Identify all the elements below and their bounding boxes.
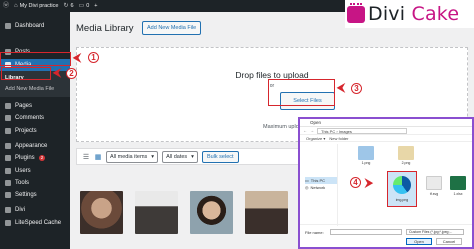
sidebar-item-divi[interactable]: Divi xyxy=(0,204,70,216)
dialog-file-list: 1.png 2.png img.png tf.svg 1.xlsx ⮞ 4 xyxy=(338,144,472,226)
comment-icon: ▭ xyxy=(78,3,85,9)
user-icon xyxy=(5,167,11,174)
dashboard-icon xyxy=(5,23,11,30)
divi-icon xyxy=(5,207,11,214)
home-icon: ⌂ xyxy=(14,3,18,9)
back-arrow-icon[interactable]: ← xyxy=(303,128,307,133)
annotation-arrow-icon: ⮜ xyxy=(73,52,81,64)
sidebar-item-appearance[interactable]: Appearance xyxy=(0,140,70,152)
cake-icon xyxy=(347,2,365,23)
media-thumbnail[interactable] xyxy=(80,191,123,234)
file-name-label: File name: xyxy=(305,230,324,235)
annotation-number-4: 4 xyxy=(350,177,361,188)
grid-view-icon[interactable]: ▦ xyxy=(94,153,102,161)
refresh-icon: ↻ xyxy=(63,3,69,9)
comments-link[interactable]: ▭ 0 xyxy=(79,3,90,9)
brush-icon xyxy=(5,142,11,149)
chevron-down-icon: ▾ xyxy=(191,153,194,160)
dialog-nav-pane: ▭ This PC ◎ Network xyxy=(300,144,338,226)
list-view-icon[interactable]: ☰ xyxy=(82,153,90,161)
sidebar-item-comments[interactable]: Comments xyxy=(0,112,70,124)
media-thumbnail[interactable] xyxy=(245,191,288,234)
settings-icon xyxy=(5,192,11,199)
file-name: tf.svg xyxy=(429,192,439,196)
file-name: 1.png xyxy=(361,161,371,165)
bulk-select-button[interactable]: Bulk select xyxy=(201,150,239,163)
media-highlight-box xyxy=(0,52,71,66)
annotation-number-3: 3 xyxy=(351,83,362,94)
file-name: 1.xlsx xyxy=(453,192,463,196)
admin-sidebar: Dashboard Posts Media Library Add New Me… xyxy=(0,12,70,249)
new-folder-button[interactable]: New folder xyxy=(329,136,348,141)
nav-item-this-pc[interactable]: ▭ This PC xyxy=(305,177,337,184)
network-icon: ◎ xyxy=(305,185,309,190)
annotation-arrow-icon: ⮜ xyxy=(337,82,345,94)
page-icon xyxy=(5,103,11,110)
annotation-number-1: 1 xyxy=(88,52,99,63)
plugin-icon xyxy=(5,155,11,162)
cancel-button[interactable]: Cancel xyxy=(436,238,462,245)
new-content-link[interactable]: + xyxy=(94,3,97,9)
dialog-body: ▭ This PC ◎ Network 1.png 2.png img.png tf… xyxy=(300,144,472,226)
selected-file-highlight[interactable]: img.png xyxy=(387,171,417,207)
forward-arrow-icon[interactable]: → xyxy=(310,128,314,133)
annotation-arrow-icon: ⮞ xyxy=(365,177,373,189)
document-file-icon[interactable] xyxy=(426,176,442,190)
excel-file-icon[interactable] xyxy=(450,176,466,190)
add-new-media-button[interactable]: Add New Media File xyxy=(142,21,202,35)
media-thumbnail[interactable] xyxy=(190,191,233,234)
dialog-path-field[interactable]: This PC › Images xyxy=(317,127,407,134)
file-name: img.png xyxy=(395,198,409,202)
file-type-select[interactable]: Custom Files (*.jpg;*.jpeg;... xyxy=(406,229,464,235)
computer-icon: ▭ xyxy=(305,178,309,183)
divi-cake-logo: Divi Cake xyxy=(345,0,474,28)
dialog-command-bar: Organize ▾ New folder xyxy=(300,135,472,142)
annotation-number-2: 2 xyxy=(66,68,77,79)
chevron-down-icon: ▾ xyxy=(151,153,155,160)
sidebar-item-settings[interactable]: Settings xyxy=(0,189,70,201)
select-files-highlight-box xyxy=(268,79,335,106)
plugins-update-badge: 2 xyxy=(38,155,46,162)
nav-item-network[interactable]: ◎ Network xyxy=(305,184,337,191)
media-thumbnail[interactable] xyxy=(135,191,178,234)
submenu-item-add-new[interactable]: Add New Media File xyxy=(0,84,70,95)
speed-icon xyxy=(5,219,11,226)
comment-icon xyxy=(5,115,11,122)
wordpress-logo-icon[interactable]: ⓦ xyxy=(3,3,9,9)
sidebar-item-dashboard[interactable]: Dashboard xyxy=(0,20,70,32)
edge-browser-icon xyxy=(393,176,411,194)
date-filter[interactable]: All dates ▾ xyxy=(162,150,198,163)
file-open-dialog: Open ← → This PC › Images Organize ▾ New… xyxy=(298,117,474,249)
dialog-footer: File name: Custom Files (*.jpg;*.jpeg;..… xyxy=(300,224,472,247)
sidebar-item-projects[interactable]: Projects xyxy=(0,124,70,136)
page-title: Media Library xyxy=(76,23,134,34)
open-button[interactable]: Open xyxy=(406,238,432,245)
image-file-icon[interactable] xyxy=(398,146,414,160)
image-file-icon[interactable] xyxy=(358,146,374,160)
wrench-icon xyxy=(5,179,11,186)
sidebar-item-plugins[interactable]: Plugins 2 xyxy=(0,152,70,164)
file-name-input[interactable] xyxy=(330,229,402,235)
media-type-filter[interactable]: All media items ▾ xyxy=(106,150,159,163)
dialog-title: Open xyxy=(300,119,472,127)
file-name: 2.png xyxy=(401,161,411,165)
dialog-address-bar: ← → This PC › Images xyxy=(300,127,472,135)
portfolio-icon xyxy=(5,127,11,134)
library-highlight-box xyxy=(1,67,51,80)
sidebar-item-litespeed-cache[interactable]: LiteSpeed Cache xyxy=(0,217,70,229)
sidebar-item-pages[interactable]: Pages xyxy=(0,100,70,112)
organize-button[interactable]: Organize ▾ xyxy=(306,136,325,141)
sidebar-item-tools[interactable]: Tools xyxy=(0,177,70,189)
sidebar-item-users[interactable]: Users xyxy=(0,164,70,176)
annotation-arrow-icon: ⮜ xyxy=(53,67,61,79)
updates-link[interactable]: ↻ 6 xyxy=(63,3,73,9)
site-name-link[interactable]: ⌂ My Divi practice xyxy=(14,3,58,9)
